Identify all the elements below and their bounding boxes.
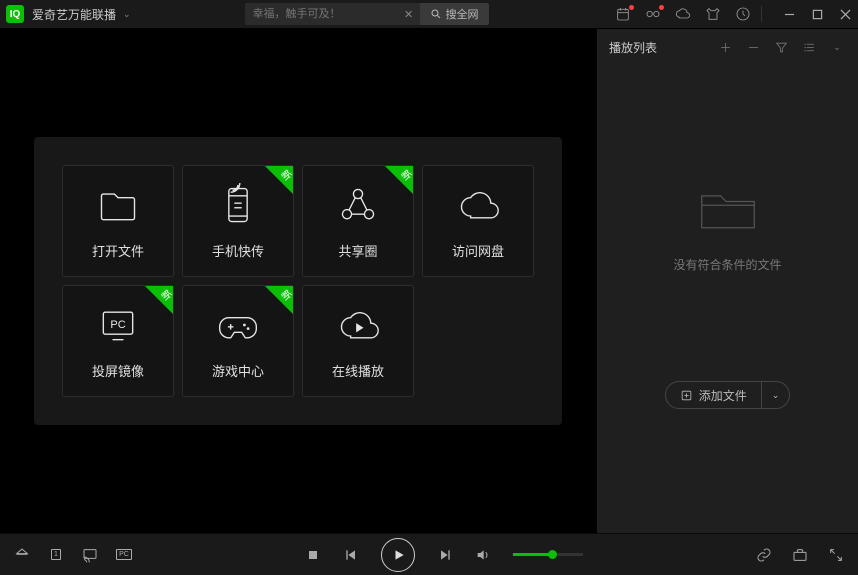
tile-0[interactable]: 打开文件 [62, 165, 174, 277]
pc-mode-icon[interactable]: PC [116, 547, 132, 563]
ratio-icon[interactable]: 1 [48, 547, 64, 563]
search-input[interactable] [245, 3, 420, 25]
app-title: 爱奇艺万能联播 [32, 6, 116, 23]
app-menu-chevron-icon[interactable]: ⌄ [123, 9, 131, 20]
main-stage: 打开文件手机快传新共享圈新访问网盘PC投屏镜像新游戏中心新在线播放 [0, 29, 596, 533]
playlist-sidebar: 播放列表 ⌄ 没有符合条件的文件 添加文件 ⌄ [596, 29, 858, 533]
toolbox-icon[interactable] [792, 547, 808, 563]
tile-1[interactable]: 手机快传 新 [182, 165, 294, 277]
window-controls [782, 7, 852, 21]
player-bar: 1 PC [0, 533, 858, 575]
header-utility-icons [615, 6, 751, 22]
empty-folder-icon [698, 185, 758, 238]
playlist-header: 播放列表 ⌄ [597, 29, 858, 65]
next-button[interactable] [437, 547, 453, 563]
minimize-button[interactable] [782, 7, 796, 21]
volume-icon[interactable] [475, 547, 491, 563]
search-button[interactable]: 搜全网 [420, 3, 489, 25]
playlist-filter-icon[interactable] [772, 38, 790, 56]
add-file-label: 添加文件 [699, 387, 747, 404]
skin-icon[interactable] [705, 6, 721, 22]
tile-6[interactable]: 在线播放 [302, 285, 414, 397]
title-bar: IQ 爱奇艺万能联播 ⌄ ✕ 搜全网 [0, 0, 858, 29]
link-icon[interactable] [756, 547, 772, 563]
new-ribbon: 新 [265, 166, 293, 194]
app-logo: IQ [6, 5, 24, 23]
playlist-body: 没有符合条件的文件 添加文件 ⌄ [597, 65, 858, 533]
svg-text:PC: PC [110, 318, 125, 330]
playlist-list-icon[interactable] [800, 38, 818, 56]
fullscreen-icon[interactable] [828, 547, 844, 563]
tile-label: 访问网盘 [452, 241, 504, 260]
tile-2[interactable]: 共享圈 新 [302, 165, 414, 277]
open-file-icon[interactable] [14, 547, 30, 563]
action-tile-panel: 打开文件手机快传新共享圈新访问网盘PC投屏镜像新游戏中心新在线播放 [34, 137, 562, 425]
new-ribbon: 新 [265, 286, 293, 314]
cast-icon[interactable] [82, 547, 98, 563]
new-ribbon: 新 [385, 166, 413, 194]
add-file-button[interactable]: 添加文件 ⌄ [665, 381, 791, 409]
play-button[interactable] [381, 538, 415, 572]
tile-label: 打开文件 [92, 241, 144, 260]
stop-button[interactable] [305, 547, 321, 563]
playlist-empty-text: 没有符合条件的文件 [673, 256, 781, 273]
cloud-icon[interactable] [675, 6, 691, 22]
new-ribbon: 新 [145, 286, 173, 314]
calendar-icon[interactable] [615, 6, 631, 22]
search-button-label: 搜全网 [446, 6, 479, 22]
close-button[interactable] [838, 7, 852, 21]
tile-5[interactable]: 游戏中心 新 [182, 285, 294, 397]
tile-label: 在线播放 [332, 361, 384, 380]
playlist-remove-icon[interactable] [744, 38, 762, 56]
search-container: ✕ 搜全网 [245, 3, 489, 25]
playlist-collapse-icon[interactable]: ⌄ [828, 38, 846, 56]
previous-button[interactable] [343, 547, 359, 563]
tile-label: 手机快传 [212, 241, 264, 260]
search-clear-icon[interactable]: ✕ [402, 8, 416, 21]
playlist-add-icon[interactable] [716, 38, 734, 56]
tile-label: 投屏镜像 [92, 361, 144, 380]
tile-label: 游戏中心 [212, 361, 264, 380]
maximize-button[interactable] [810, 7, 824, 21]
playlist-title: 播放列表 [609, 39, 657, 56]
transfer-icon[interactable] [645, 6, 661, 22]
add-file-dropdown-icon[interactable]: ⌄ [761, 381, 790, 409]
tile-3[interactable]: 访问网盘 [422, 165, 534, 277]
tile-4[interactable]: PC 投屏镜像 新 [62, 285, 174, 397]
volume-slider[interactable] [513, 553, 583, 556]
tile-label: 共享圈 [338, 241, 377, 260]
history-icon[interactable] [735, 6, 751, 22]
